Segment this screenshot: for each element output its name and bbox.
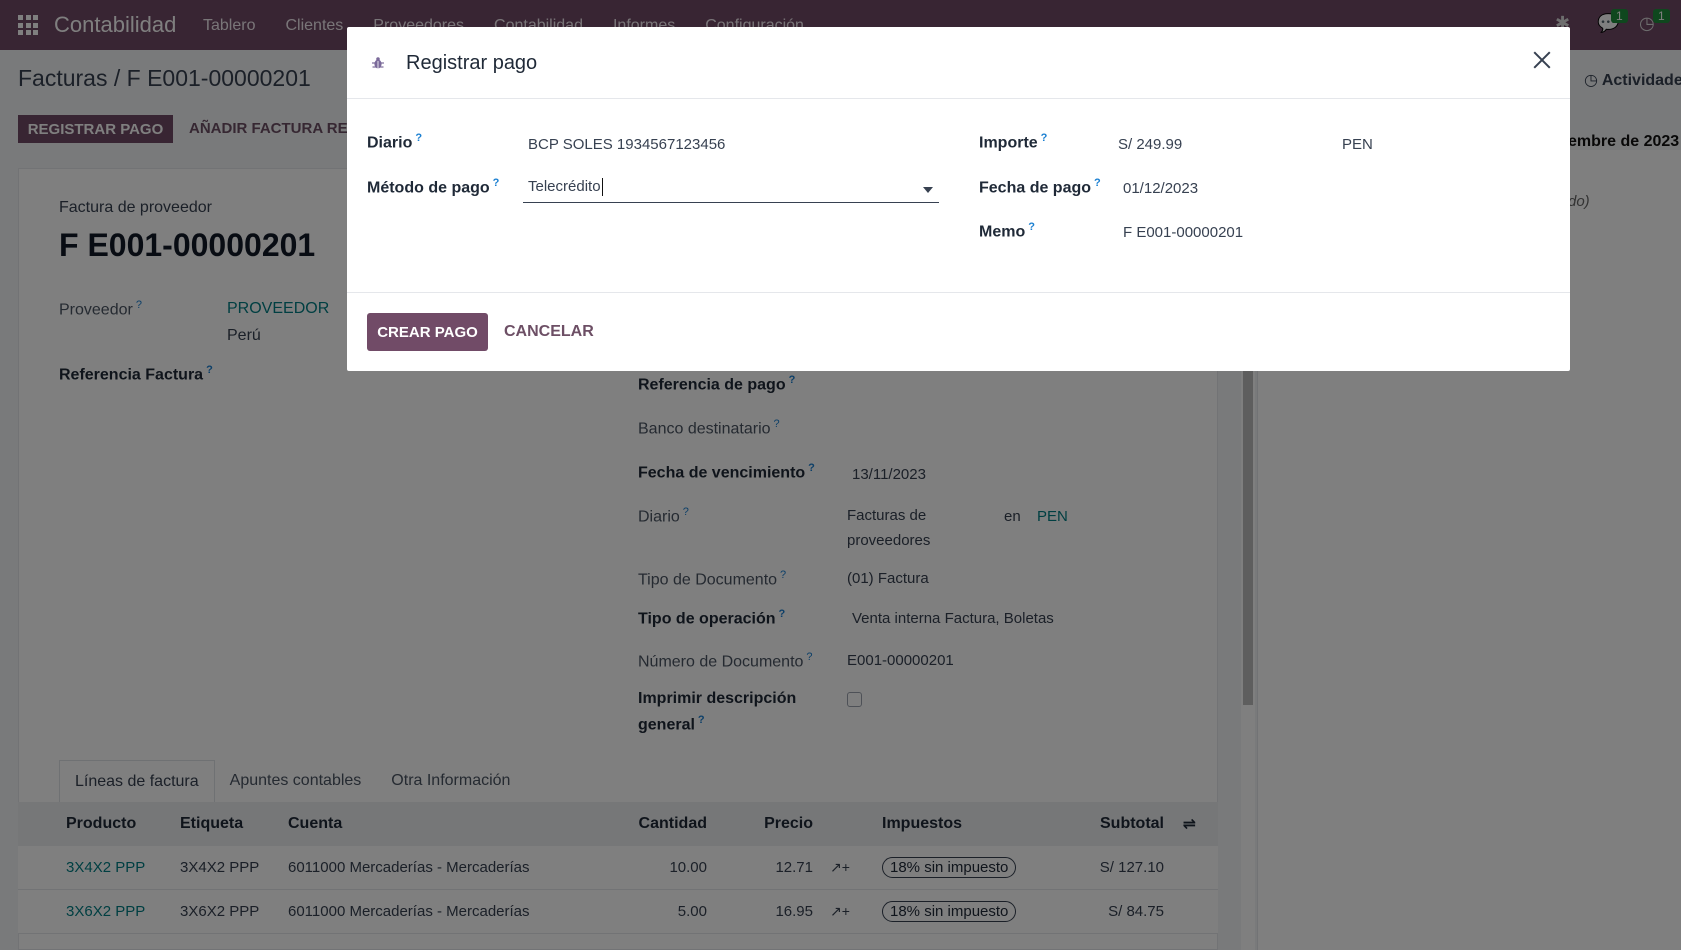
create-payment-button[interactable]: CREAR PAGO <box>367 313 488 351</box>
dialog-header: Registrar pago <box>347 27 1570 99</box>
currency-field[interactable]: PEN <box>1342 136 1373 153</box>
amount-label: Importe? <box>979 132 1048 152</box>
journal-label: Diario? <box>367 132 423 152</box>
text-cursor <box>601 178 603 197</box>
close-icon[interactable] <box>1531 49 1553 71</box>
cancel-button[interactable]: CANCELAR <box>504 323 594 341</box>
dialog-title: Registrar pago <box>406 52 538 74</box>
debug-bug-icon[interactable] <box>371 56 385 70</box>
payment-date-label: Fecha de pago? <box>979 177 1101 197</box>
payment-method-select[interactable]: Telecrédito <box>523 175 939 203</box>
payment-date-field[interactable]: 01/12/2023 <box>1123 180 1198 197</box>
journal-field[interactable]: BCP SOLES 1934567123456 <box>528 136 725 153</box>
chevron-down-icon[interactable] <box>923 187 933 193</box>
register-payment-dialog: Registrar pago Diario? BCP SOLES 1934567… <box>347 27 1570 371</box>
payment-method-value: Telecrédito <box>528 178 601 195</box>
memo-field[interactable]: F E001-00000201 <box>1123 224 1243 241</box>
payment-method-label: Método de pago? <box>367 177 500 197</box>
amount-field[interactable]: S/ 249.99 <box>1118 136 1182 153</box>
dialog-footer: CREAR PAGO CANCELAR <box>347 292 1570 371</box>
memo-label: Memo? <box>979 221 1035 241</box>
